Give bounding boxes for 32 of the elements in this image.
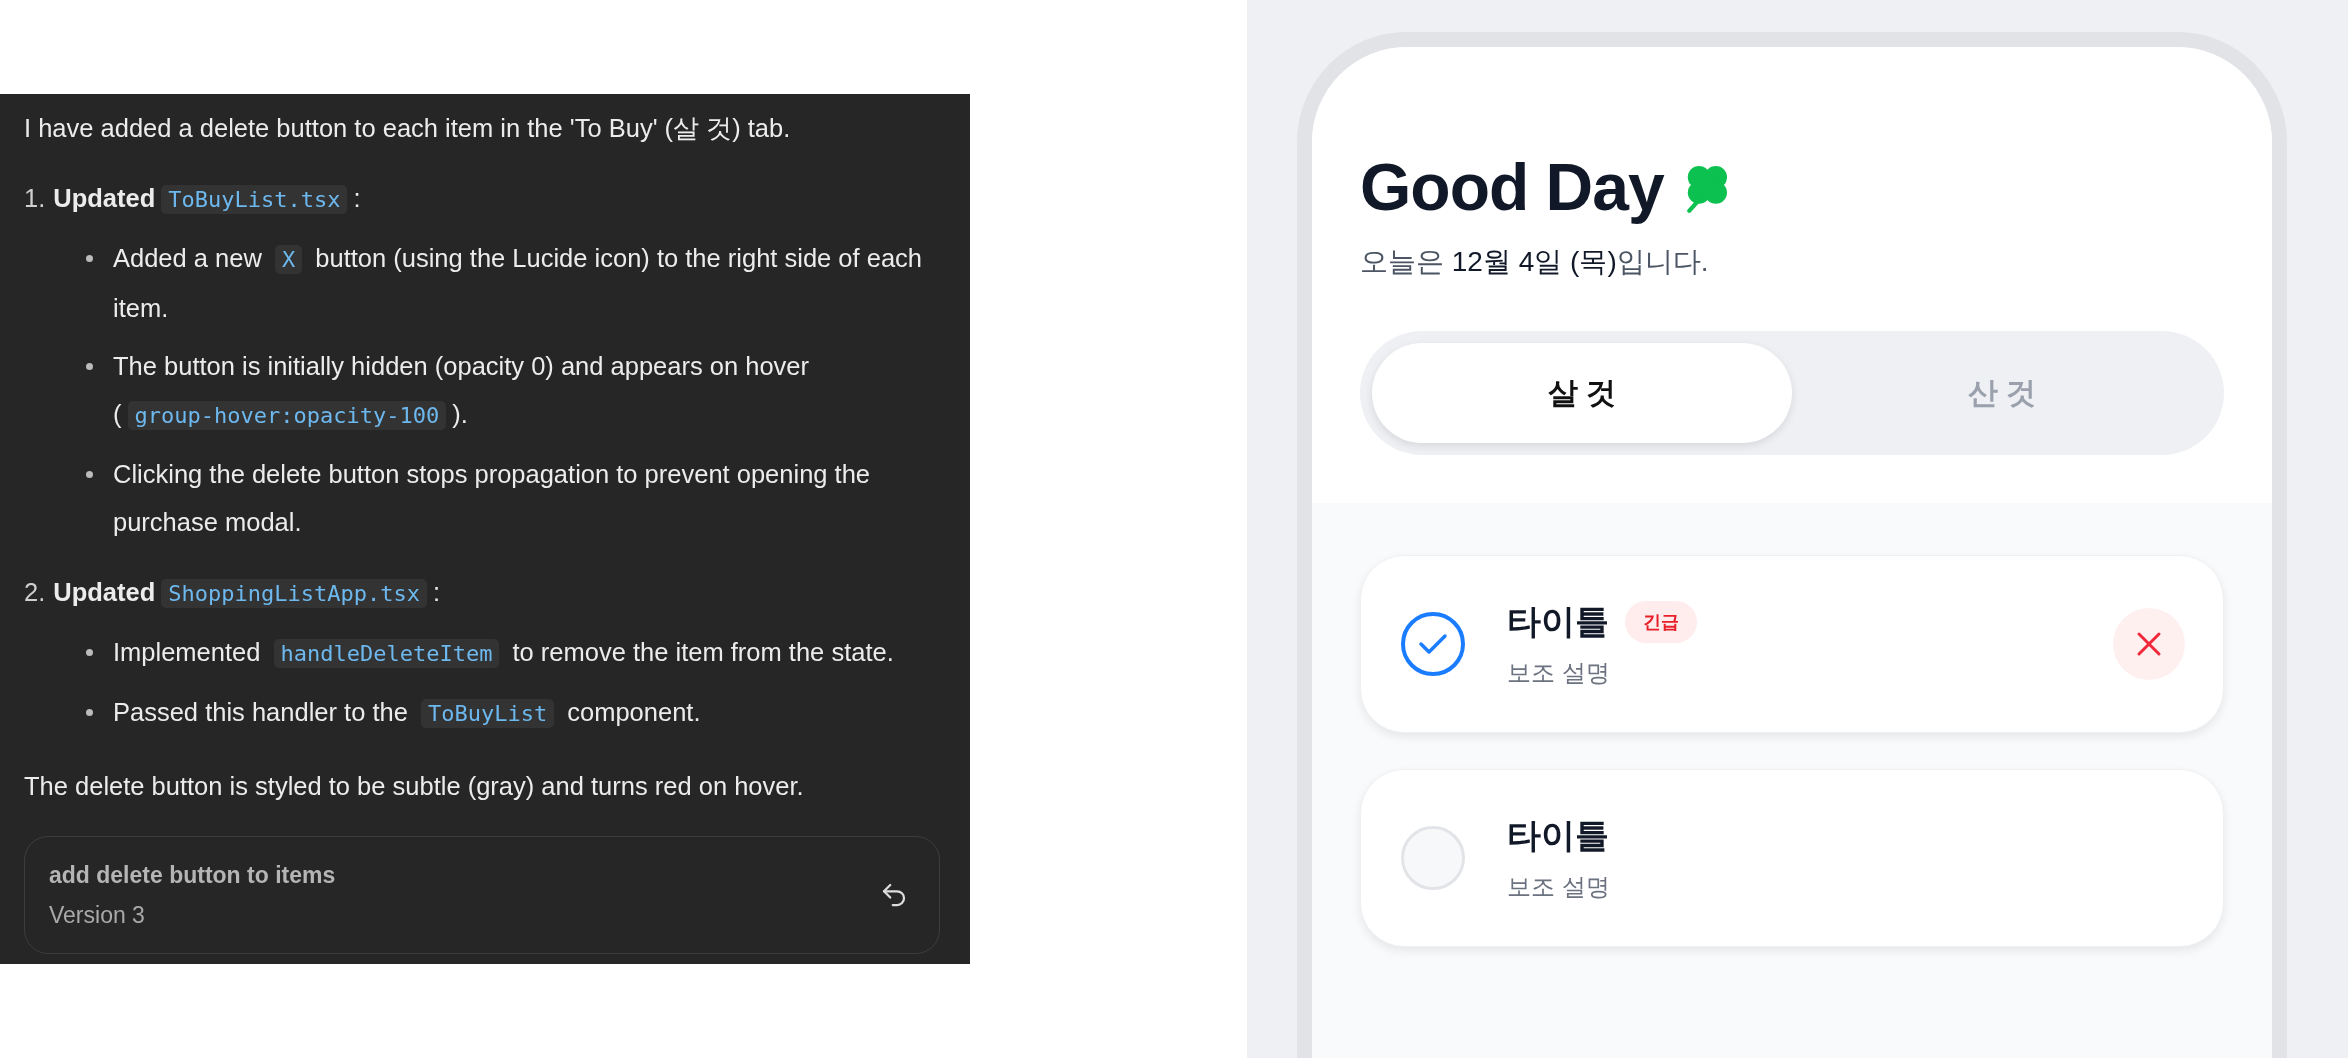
bullet-text: Implemented handleDeleteItem to remove the item from the state. (113, 637, 894, 670)
bullet-text: Clicking the delete button stops propagation to prevent opening the purchase modal. (113, 459, 872, 538)
message-text: I have added a delete button to each item in the 'To Buy' (살 것) tab. (24, 113, 792, 144)
step-heading: Updated ToBuyList.tsx : (53, 183, 361, 216)
version-label: Version 3 (49, 901, 146, 930)
bullet-icon (86, 363, 93, 370)
version-card[interactable]: add delete button to items Version 3 (24, 836, 940, 954)
close-icon (2135, 630, 2163, 658)
summary-text: The delete button is styled to be subtle (gray) and turns red on hover. (24, 771, 805, 802)
app-title: Good Day (1360, 149, 1664, 225)
step-heading: Updated ShoppingListApp.tsx : (53, 577, 441, 610)
item-description: 보조 설명 (1507, 872, 1611, 902)
item-card[interactable]: 타이틀 긴급 보조 설명 (1360, 555, 2224, 733)
list-number: 2. (24, 577, 46, 608)
bullet-text: The button is initially hidden (opacity 0) and appears on hover ( group-hover:opacity-100 ). (113, 351, 810, 432)
checkbox[interactable] (1401, 612, 1465, 676)
urgent-badge: 긴급 (1625, 601, 1697, 643)
bullet-text: Added a new X button (using the Lucide icon) to the right side of each item. (113, 243, 923, 324)
list-number: 1. (24, 183, 46, 214)
bullet-icon (86, 709, 93, 716)
bullet-text: Passed this handler to the ToBuyList component. (113, 697, 701, 730)
item-description: 보조 설명 (1507, 658, 1611, 688)
item-title: 타이틀 (1507, 601, 1609, 642)
check-icon (1418, 632, 1448, 656)
bullet-icon (86, 255, 93, 262)
bullet-icon (86, 649, 93, 656)
tab[interactable]: 살 것 (1372, 343, 1792, 443)
date-text: 오늘은 12월 4일 (목)입니다. (1360, 245, 1710, 279)
item-title: 타이틀 (1507, 815, 1609, 856)
item-card[interactable]: 타이틀 보조 설명 (1360, 769, 2224, 947)
bullet-icon (86, 471, 93, 478)
version-title: add delete button to items (49, 861, 336, 890)
